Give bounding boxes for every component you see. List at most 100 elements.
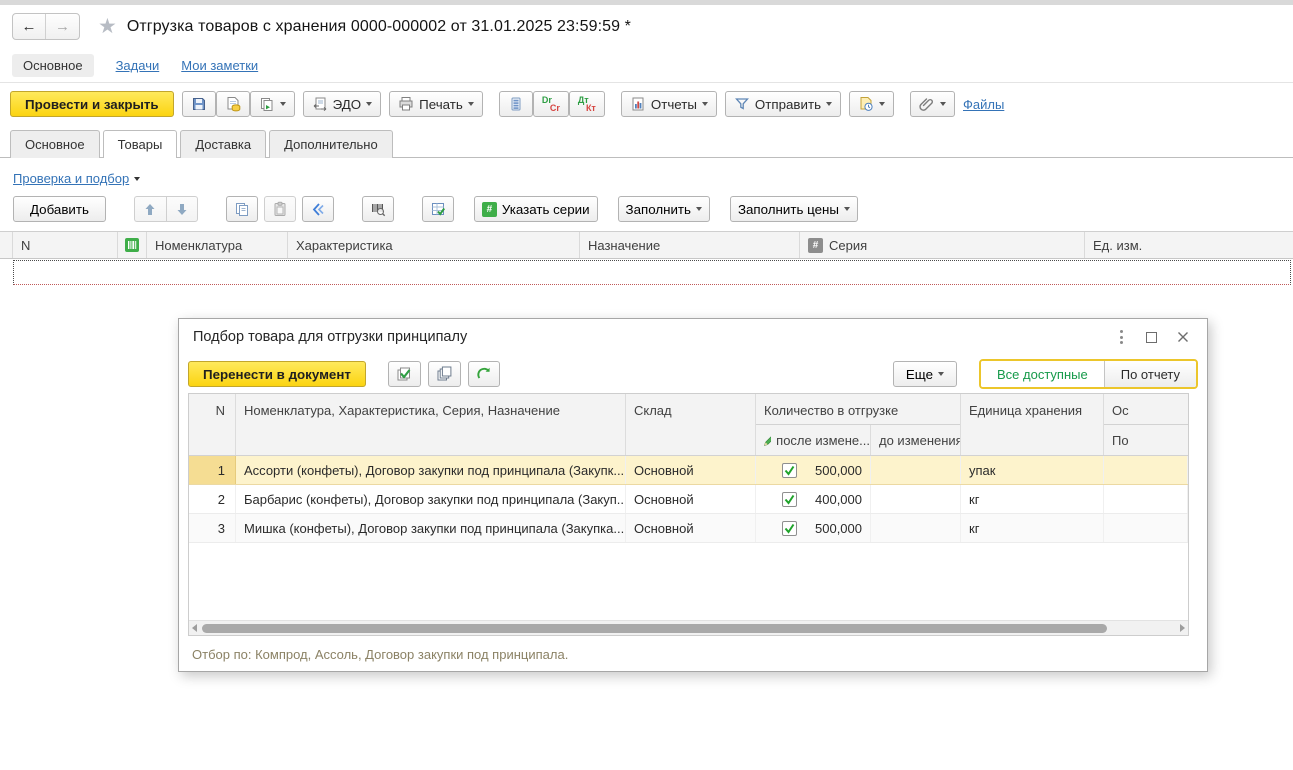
paste-rows-button[interactable] xyxy=(264,196,296,222)
tab-main[interactable]: Основное xyxy=(10,130,100,158)
scroll-right-icon[interactable] xyxy=(1180,624,1185,632)
print-button[interactable]: Печать xyxy=(389,91,483,117)
row-selector-gutter xyxy=(0,232,13,258)
nav-item-main[interactable]: Основное xyxy=(12,54,94,77)
close-icon[interactable] xyxy=(1177,331,1189,343)
transfer-to-document-button[interactable]: Перенести в документ xyxy=(188,361,366,387)
fill-prices-menu-button[interactable]: Заполнить цены xyxy=(730,196,858,222)
checkbox-checked-icon[interactable] xyxy=(782,521,797,536)
column-header-nomenclature[interactable]: Номенклатура, Характеристика, Серия, Наз… xyxy=(236,394,626,455)
table-row[interactable]: 1 Ассорти (конфеты), Договор закупки под… xyxy=(189,456,1188,485)
reports-button[interactable]: Отчеты xyxy=(621,91,717,117)
split-row-button[interactable] xyxy=(302,196,334,222)
attach-icon xyxy=(919,96,935,112)
cell-qty-before xyxy=(871,456,961,484)
toggle-all-available[interactable]: Все доступные xyxy=(981,361,1105,387)
copy-rows-button[interactable] xyxy=(226,196,258,222)
horizontal-scrollbar[interactable] xyxy=(189,620,1188,635)
check-all-button[interactable] xyxy=(388,361,421,387)
cell-warehouse: Основной xyxy=(626,514,756,542)
dialog-titlebar: Подбор товара для отгрузки принципалу xyxy=(179,319,1207,355)
register-list-icon xyxy=(508,96,524,112)
navigation-row: Основное Задачи Мои заметки xyxy=(0,48,1293,83)
fill-menu-button[interactable]: Заполнить xyxy=(618,196,710,222)
attach-button[interactable] xyxy=(910,91,955,117)
drcr-button[interactable]: DrCr xyxy=(533,91,569,117)
series-hash-icon: # xyxy=(808,238,823,253)
caret-down-icon xyxy=(366,102,372,106)
column-header-clipped[interactable]: Ос По xyxy=(1104,394,1188,455)
column-header-unit[interactable]: Единица хранения xyxy=(961,394,1104,455)
back-button[interactable]: ← xyxy=(13,14,46,39)
command-bar: Провести и закрыть ЭДО Печать DrCr xyxy=(0,83,1293,125)
forward-button[interactable]: → xyxy=(46,14,79,39)
reports-icon xyxy=(630,96,646,112)
table-row[interactable]: 2 Барбарис (конфеты), Договор закупки по… xyxy=(189,485,1188,514)
checkbox-checked-icon[interactable] xyxy=(782,492,797,507)
cell-nomenclature: Мишка (конфеты), Договор закупки под при… xyxy=(236,514,626,542)
caret-down-icon xyxy=(844,207,850,211)
forward-icon: → xyxy=(55,18,70,35)
post-button[interactable] xyxy=(216,91,250,117)
move-up-button[interactable] xyxy=(134,196,166,222)
fill-check-button[interactable] xyxy=(422,196,454,222)
kebab-icon[interactable] xyxy=(1117,327,1126,347)
column-header-series[interactable]: # Серия xyxy=(800,232,1085,258)
column-header-before-change[interactable]: до изменения xyxy=(871,425,961,455)
column-header-quantity[interactable]: Количество в отгрузке xyxy=(756,394,960,425)
maximize-icon[interactable] xyxy=(1146,332,1157,343)
nav-link-notes[interactable]: Мои заметки xyxy=(181,58,258,73)
app-window: ← → ★ Отгрузка товаров с хранения 0000-0… xyxy=(0,0,1293,770)
goods-grid-empty-row[interactable] xyxy=(13,260,1291,285)
print-icon xyxy=(398,96,414,112)
table-row[interactable]: 3 Мишка (конфеты), Договор закупки под п… xyxy=(189,514,1188,543)
column-header-characteristic[interactable]: Характеристика xyxy=(288,232,580,258)
deadline-button[interactable] xyxy=(849,91,894,117)
edo-icon xyxy=(312,96,328,112)
refresh-button[interactable] xyxy=(468,361,500,387)
more-button[interactable]: Еще xyxy=(893,361,957,387)
tab-additional[interactable]: Дополнительно xyxy=(269,130,393,158)
save-button[interactable] xyxy=(182,91,216,117)
page-title: Отгрузка товаров с хранения 0000-000002 … xyxy=(127,18,631,36)
column-header-n[interactable]: N xyxy=(13,232,118,258)
column-header-nomenclature[interactable]: Номенклатура xyxy=(147,232,288,258)
scrollbar-thumb[interactable] xyxy=(202,624,1107,633)
send-button[interactable]: Отправить xyxy=(725,91,841,117)
column-header-purpose[interactable]: Назначение xyxy=(580,232,800,258)
barcode-scan-icon xyxy=(370,201,386,217)
move-down-button[interactable] xyxy=(166,196,198,222)
toggle-by-report[interactable]: По отчету xyxy=(1105,361,1196,387)
nav-link-tasks[interactable]: Задачи xyxy=(116,58,160,73)
tab-delivery[interactable]: Доставка xyxy=(180,130,266,158)
scroll-left-icon[interactable] xyxy=(192,624,197,632)
column-header-warehouse[interactable]: Склад xyxy=(626,394,756,455)
edo-button[interactable]: ЭДО xyxy=(303,91,382,117)
check-and-select-link[interactable]: Проверка и подбор xyxy=(13,171,129,186)
set-series-button[interactable]: # Указать серии xyxy=(474,196,598,222)
files-link[interactable]: Файлы xyxy=(963,97,1004,112)
caret-down-icon xyxy=(280,102,286,106)
checkbox-checked-icon[interactable] xyxy=(782,463,797,478)
column-header-n[interactable]: N xyxy=(189,394,236,455)
column-header-barcode[interactable] xyxy=(118,232,147,258)
document-titlebar: ← → ★ Отгрузка товаров с хранения 0000-0… xyxy=(0,5,1293,48)
barcode-scan-button[interactable] xyxy=(362,196,394,222)
tab-goods[interactable]: Товары xyxy=(103,130,178,158)
registers-button[interactable] xyxy=(499,91,533,117)
selection-dialog: Подбор товара для отгрузки принципалу Пе… xyxy=(178,318,1208,672)
dtkt-button[interactable]: ДтКт xyxy=(569,91,605,117)
post-documents-menu-button[interactable] xyxy=(250,91,295,117)
drcr-icon: DrCr xyxy=(542,96,560,112)
goods-tab-content: Проверка и подбор Добавить # Указать сер… xyxy=(0,157,1293,285)
column-header-after-change[interactable]: после измене... xyxy=(756,425,871,455)
caret-down-icon xyxy=(468,102,474,106)
cell-unit: кг xyxy=(961,485,1104,513)
cell-nomenclature: Ассорти (конфеты), Договор закупки под п… xyxy=(236,456,626,484)
caret-down-icon xyxy=(696,207,702,211)
add-row-button[interactable]: Добавить xyxy=(13,196,106,222)
uncheck-all-button[interactable] xyxy=(428,361,461,387)
favorite-star-icon[interactable]: ★ xyxy=(98,14,117,39)
column-header-unit[interactable]: Ед. изм. xyxy=(1085,232,1293,258)
post-and-close-button[interactable]: Провести и закрыть xyxy=(10,91,174,117)
